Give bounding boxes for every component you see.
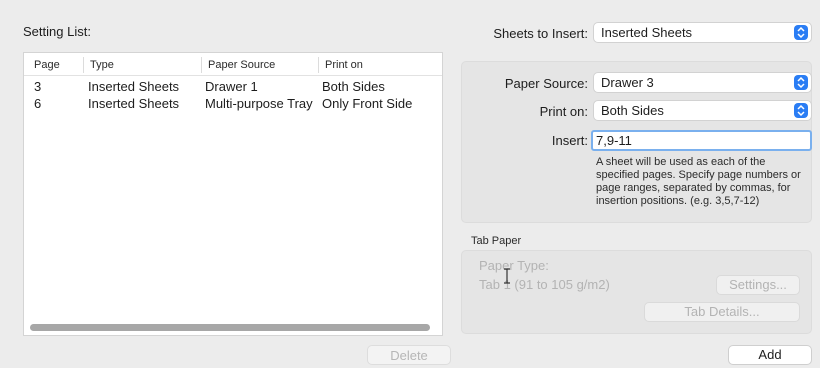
settings-button[interactable]: Settings... bbox=[716, 275, 800, 295]
print-on-value: Both Sides bbox=[601, 103, 664, 118]
cell-print-on: Only Front Side bbox=[322, 96, 413, 111]
column-header-paper-source[interactable]: Paper Source bbox=[201, 57, 318, 73]
paper-source-select[interactable]: Drawer 3 bbox=[593, 72, 812, 93]
paper-source-label: Paper Source: bbox=[504, 76, 588, 91]
cell-paper-source: Drawer 1 bbox=[205, 79, 258, 94]
print-on-select[interactable]: Both Sides bbox=[593, 100, 812, 121]
tab-paper-group: Paper Type: Tab 1 (91 to 105 g/m2) Setti… bbox=[461, 250, 812, 334]
up-down-chevron-icon bbox=[794, 75, 808, 90]
paper-source-value: Drawer 3 bbox=[601, 75, 654, 90]
sheets-to-insert-label: Sheets to Insert: bbox=[493, 26, 588, 41]
table-header: Page Type Paper Source Print on bbox=[24, 53, 442, 76]
setting-list-table[interactable]: Page Type Paper Source Print on 3 Insert… bbox=[23, 52, 443, 336]
add-button[interactable]: Add bbox=[728, 345, 812, 365]
paper-type-label: Paper Type: bbox=[479, 258, 549, 273]
insert-pages-input[interactable]: 7,9-11 bbox=[591, 130, 812, 151]
horizontal-scrollbar[interactable] bbox=[30, 324, 430, 331]
paper-type-value: Tab 1 (91 to 105 g/m2) bbox=[479, 277, 610, 292]
up-down-chevron-icon bbox=[794, 103, 808, 118]
insert-help-text: A sheet will be used as each of the spec… bbox=[596, 156, 801, 207]
delete-button[interactable]: Delete bbox=[367, 345, 451, 365]
cell-paper-source: Multi-purpose Tray bbox=[205, 96, 313, 111]
tab-details-button[interactable]: Tab Details... bbox=[644, 302, 800, 322]
i-beam-cursor-icon bbox=[503, 268, 511, 287]
sheets-to-insert-value: Inserted Sheets bbox=[601, 25, 693, 40]
cell-type: Inserted Sheets bbox=[88, 96, 180, 111]
column-header-type[interactable]: Type bbox=[83, 57, 200, 73]
tab-paper-label: Tab Paper bbox=[471, 235, 522, 247]
cell-type: Inserted Sheets bbox=[88, 79, 180, 94]
cell-page: 3 bbox=[34, 79, 42, 94]
column-header-page[interactable]: Page bbox=[28, 57, 82, 73]
sheets-to-insert-select[interactable]: Inserted Sheets bbox=[593, 22, 812, 43]
cell-print-on: Both Sides bbox=[322, 79, 385, 94]
column-header-print-on[interactable]: Print on bbox=[318, 57, 435, 73]
print-on-label: Print on: bbox=[539, 104, 588, 119]
table-row[interactable]: 3 Inserted Sheets Drawer 1 Both Sides bbox=[24, 79, 442, 95]
cell-page: 6 bbox=[34, 96, 42, 111]
insert-label: Insert: bbox=[551, 133, 588, 148]
table-row[interactable]: 6 Inserted Sheets Multi-purpose Tray Onl… bbox=[24, 96, 442, 112]
up-down-chevron-icon bbox=[794, 25, 808, 40]
setting-list-label: Setting List: bbox=[23, 24, 91, 39]
